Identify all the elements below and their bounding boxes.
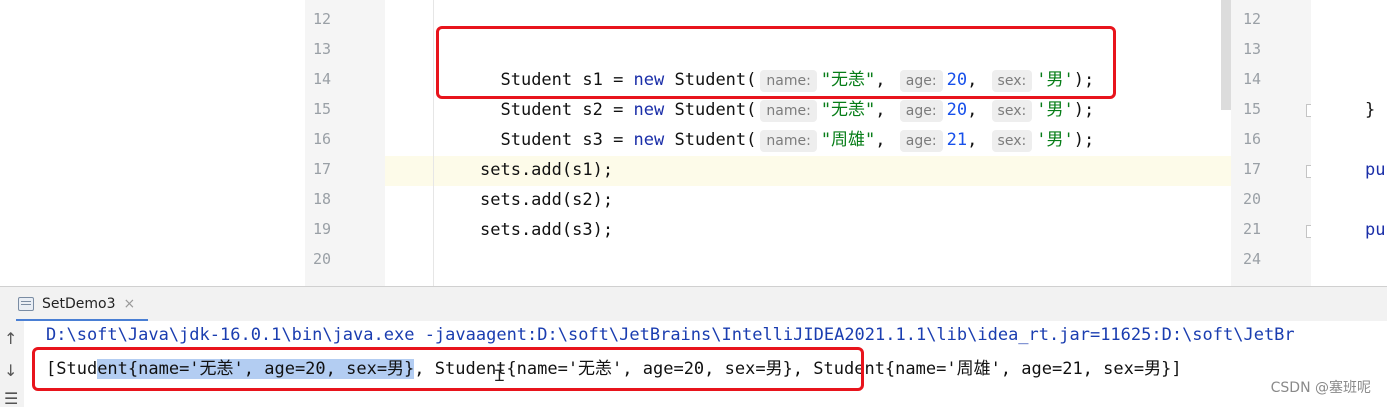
scroll-down-icon[interactable]: ↓ <box>4 361 17 380</box>
line-number: 17 <box>313 160 332 178</box>
run-tab-label: SetDemo3 <box>42 296 116 312</box>
menu-icon[interactable]: ☰ <box>4 389 18 408</box>
code-brace: } <box>1365 100 1376 120</box>
run-command-line: D:\soft\Java\jdk-16.0.1\bin\java.exe -ja… <box>46 325 1295 345</box>
editor-scrollbar[interactable] <box>1221 0 1231 110</box>
run-panel-header: SetDemo3 × <box>0 287 1387 321</box>
number-literal: 21 <box>946 130 968 150</box>
highlight-box-editor <box>436 26 1116 99</box>
line-number: 16 <box>1243 130 1262 148</box>
line-number: 12 <box>313 10 332 28</box>
string-literal: "周雄" <box>820 130 876 150</box>
code-text: Student s3 = <box>500 130 634 150</box>
line-number: 15 <box>1243 100 1262 118</box>
code-text: , <box>875 130 896 150</box>
keyword-new: new <box>633 130 665 150</box>
line-number: 14 <box>313 70 332 88</box>
watermark: CSDN @塞班呢 <box>1270 380 1371 396</box>
line-number: 24 <box>1243 250 1262 268</box>
close-icon[interactable]: × <box>124 296 136 312</box>
run-tab[interactable]: SetDemo3 × <box>0 287 135 321</box>
line-number-gutter: 12 13 14 15 16 17 18 19 20 <box>305 0 385 286</box>
line-number: 18 <box>313 190 332 208</box>
console-icon <box>18 297 34 311</box>
scroll-up-icon[interactable]: ↑ <box>4 329 17 348</box>
highlight-box-output <box>32 347 864 391</box>
code-text: , <box>967 130 988 150</box>
console-toolbar: ↑ ↓ ☰ <box>0 321 24 408</box>
code-line-19[interactable]: sets.add(s3); <box>480 215 613 245</box>
line-number: 15 <box>313 100 332 118</box>
ibeam-cursor-icon: Ɪ <box>495 366 504 385</box>
code-line-17[interactable]: sets.add(s1); <box>480 155 613 185</box>
code-keyword: pu <box>1365 220 1386 240</box>
line-number: 20 <box>313 250 332 268</box>
line-number: 17 <box>1243 160 1262 178</box>
code-text: ); <box>1073 130 1095 150</box>
line-number: 14 <box>1243 70 1262 88</box>
param-hint: age: <box>899 130 943 152</box>
indent-guide <box>433 0 434 286</box>
line-number: 16 <box>313 130 332 148</box>
right-line-number-gutter: 12 13 14 15 16 17 20 21 24 <box>1231 0 1311 286</box>
editor-left-margin <box>0 0 305 286</box>
line-number: 12 <box>1243 10 1262 28</box>
line-number: 13 <box>313 40 332 58</box>
line-number: 13 <box>1243 40 1262 58</box>
line-number: 20 <box>1243 190 1262 208</box>
code-line-18[interactable]: sets.add(s2); <box>480 185 613 215</box>
char-literal: '男' <box>1036 130 1074 150</box>
line-number: 21 <box>1243 220 1262 238</box>
code-line-15[interactable]: Student s3 = new Student(name: "周雄", age:… <box>480 95 1094 152</box>
code-text: Student( <box>664 130 757 150</box>
right-code-pane[interactable]: } pu pu <box>1311 0 1387 286</box>
param-hint: sex: <box>991 130 1033 152</box>
line-number: 19 <box>313 220 332 238</box>
param-hint: name: <box>760 130 817 152</box>
code-keyword: pu <box>1365 160 1386 180</box>
